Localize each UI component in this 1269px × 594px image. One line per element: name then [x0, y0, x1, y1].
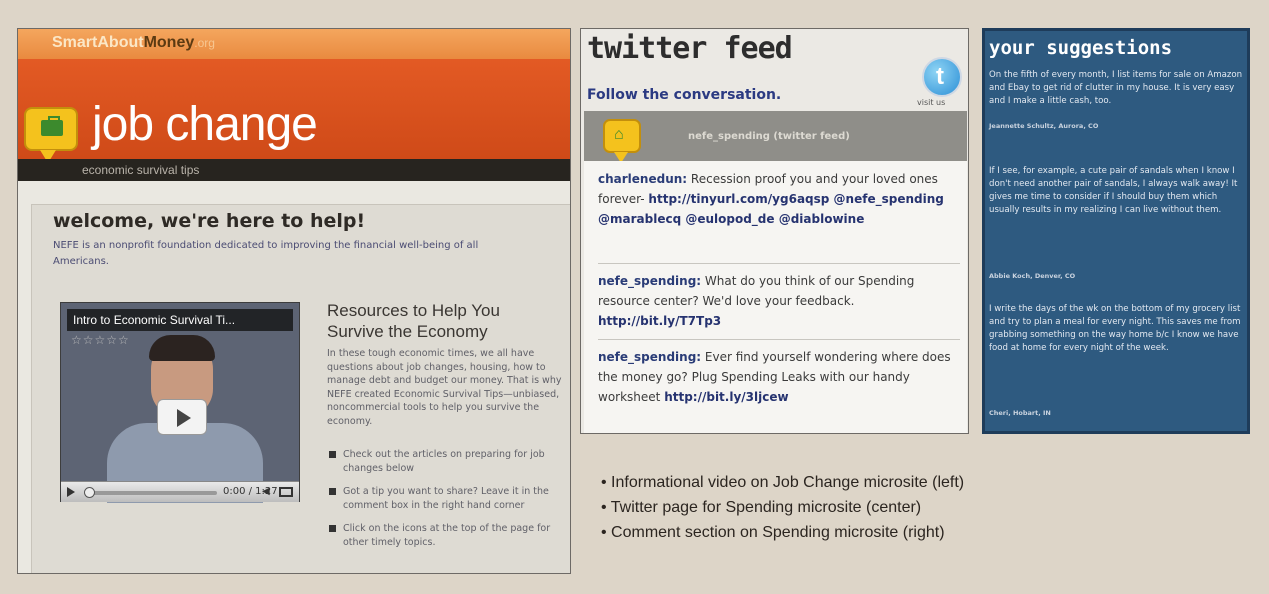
video-progress-bar[interactable]	[87, 491, 217, 495]
briefcase-icon	[41, 116, 63, 136]
play-icon[interactable]	[67, 487, 75, 497]
twitter-bird-icon[interactable]: t	[922, 57, 962, 97]
tweet-item: charlenedun: Recession proof you and you…	[598, 169, 960, 229]
play-button[interactable]	[157, 399, 207, 435]
tweet-list: charlenedun: Recession proof you and you…	[584, 161, 967, 433]
tweet-link[interactable]: http://bit.ly/3ljcew	[664, 390, 788, 404]
speech-bubble-icon	[24, 107, 78, 163]
tweet-link[interactable]: http://tinyurl.com/yg6aqsp @nefe_spendin…	[598, 192, 944, 226]
visit-us-link[interactable]: visit us	[917, 98, 945, 107]
logo-part-smart: Smart	[52, 34, 98, 51]
suggestion-author: Abbie Koch, Denver, CO	[989, 272, 1076, 280]
hero-banner: job change	[18, 59, 570, 163]
tweet-link[interactable]: http://bit.ly/T7Tp3	[598, 314, 721, 328]
person-hair	[149, 335, 215, 361]
tweet-user[interactable]: charlenedun:	[598, 172, 687, 186]
progress-knob[interactable]	[84, 487, 95, 498]
fullscreen-icon[interactable]	[279, 487, 293, 497]
logo-part-org: .org	[194, 36, 215, 50]
list-item[interactable]: Check out the articles on preparing for …	[327, 448, 563, 475]
intro-text: NEFE is an nonprofit foundation dedicate…	[53, 240, 479, 267]
video-player[interactable]: Intro to Economic Survival Ti... ☆☆☆☆☆ 0…	[60, 302, 300, 503]
video-title[interactable]: Intro to Economic Survival Ti...	[67, 309, 293, 331]
suggestion-text: On the fifth of every month, I list item…	[989, 70, 1243, 106]
suggestion-text: I write the days of the wk on the bottom…	[989, 304, 1241, 353]
caption-list: • Informational video on Job Change micr…	[601, 470, 964, 545]
site-header-bar: SmartAboutMoney.org	[18, 29, 570, 59]
site-logo[interactable]: SmartAboutMoney.org	[52, 34, 215, 52]
resources-text: In these tough economic times, we all ha…	[327, 348, 562, 427]
caption-item: • Informational video on Job Change micr…	[601, 474, 965, 491]
twitter-feed-header: ⌂ nefe_spending (twitter feed)	[584, 111, 967, 163]
volume-icon[interactable]: ◀	[262, 486, 270, 497]
suggestion-author: Jeannette Schultz, Aurora, CO	[989, 122, 1099, 130]
twitter-subtitle: Follow the conversation.	[587, 87, 782, 103]
suggestion-author: Cheri, Hobart, IN	[989, 409, 1051, 417]
list-item[interactable]: Click on the icons at the top of the pag…	[327, 522, 563, 549]
twitter-feed-title: twitter feed	[587, 31, 793, 66]
suggestions-screenshot: your suggestions On the fifth of every m…	[982, 28, 1250, 434]
suggestions-title: your suggestions	[989, 37, 1173, 59]
caption-item: • Comment section on Spending microsite …	[601, 524, 945, 541]
twitter-feed-screenshot: twitter feed Follow the conversation. t …	[580, 28, 969, 434]
tweet-item: nefe_spending: What do you think of our …	[598, 271, 960, 331]
page-subtitle: economic survival tips	[82, 163, 200, 177]
caption-item: • Twitter page for Spending microsite (c…	[601, 499, 922, 516]
video-controls: 0:00 / 1:27 ◀	[61, 481, 299, 502]
logo-part-about: About	[97, 34, 144, 51]
twitter-handle[interactable]: nefe_spending (twitter feed)	[688, 131, 850, 142]
logo-part-money: Money	[143, 34, 195, 51]
job-change-screenshot: SmartAboutMoney.org job change economic …	[17, 28, 571, 574]
resources-list: Check out the articles on preparing for …	[327, 448, 563, 559]
tweet-divider	[598, 263, 960, 264]
tweet-user[interactable]: nefe_spending:	[598, 274, 701, 288]
tweet-user[interactable]: nefe_spending:	[598, 350, 701, 364]
list-item[interactable]: Got a tip you want to share? Leave it in…	[327, 485, 563, 512]
welcome-heading: welcome, we're here to help!	[53, 210, 366, 232]
video-rating-stars[interactable]: ☆☆☆☆☆	[71, 333, 130, 347]
tweet-divider	[598, 339, 960, 340]
home-icon[interactable]: ⌂	[603, 119, 641, 163]
resources-heading: Resources to Help You Survive the Econom…	[327, 301, 500, 341]
tweet-item: nefe_spending: Ever find yourself wonder…	[598, 347, 960, 407]
page-title: job change	[92, 98, 318, 151]
suggestion-text: If I see, for example, a cute pair of sa…	[989, 166, 1238, 215]
hero-subtitle-bar: economic survival tips	[18, 159, 570, 181]
